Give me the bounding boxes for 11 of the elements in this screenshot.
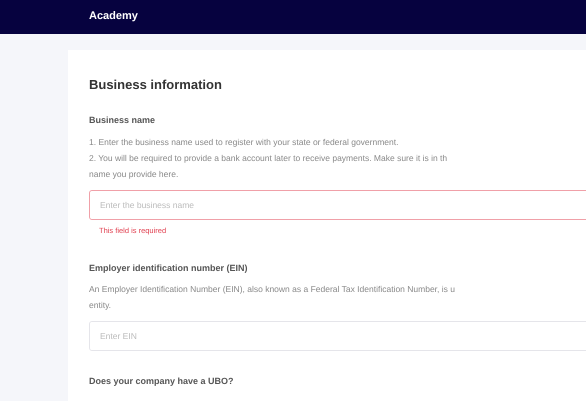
help-text: 2. You will be required to provide a bank account later to receive payments. Make sure it is in th [89,152,448,165]
help-text: 1. Enter the business name used to register with your state or federal government. [89,136,398,149]
text-field[interactable]: Enter the business name [89,190,586,220]
help-text: name you provide here. [89,168,178,181]
help-text: entity. [89,299,112,312]
app-title: Academy [89,10,138,22]
section-title: Business information [89,76,223,94]
field-label: Does your company have a UBO? [89,375,235,388]
field-label: Employer identification number (EIN) [89,262,249,275]
help-text: An Employer Identification Number (EIN), also known as a Federal Tax Identification Number, is u [89,283,455,296]
field-label: Business name [89,114,156,127]
